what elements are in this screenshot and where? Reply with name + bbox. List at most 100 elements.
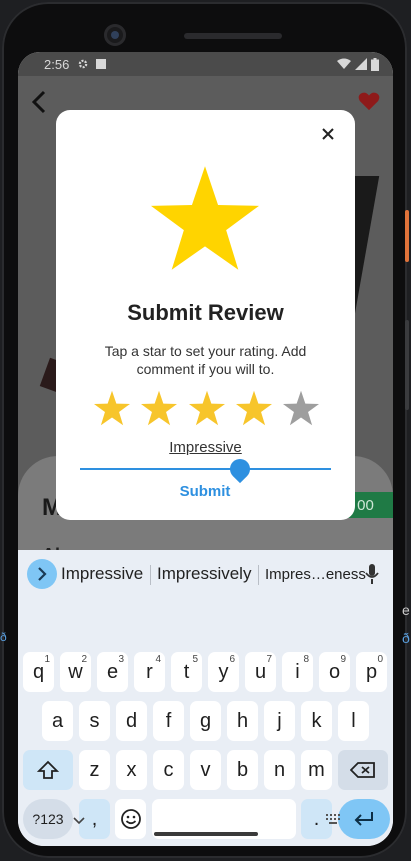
key-label: t [183, 660, 190, 683]
key-number-hint: 1 [44, 654, 50, 665]
earpiece-speaker [184, 33, 282, 39]
suggestion-divider [150, 565, 151, 585]
suggestion-expand-button[interactable] [27, 559, 57, 589]
key-label: i [295, 660, 300, 683]
key-label: p [365, 660, 378, 683]
key-label: h [236, 709, 249, 732]
key-s[interactable]: s [79, 701, 110, 741]
shift-arrow-icon [37, 760, 59, 779]
text-cursor-handle[interactable] [225, 454, 255, 484]
key-label: y [218, 660, 229, 683]
key-number-hint: 9 [340, 654, 346, 665]
status-time: 2:56 [44, 56, 70, 72]
key-label: u [254, 660, 267, 683]
key-number-hint: 7 [266, 654, 272, 665]
suggestion-2[interactable]: Impressively [157, 564, 251, 584]
key-h[interactable]: h [227, 701, 258, 741]
key-label: l [351, 709, 356, 732]
emoji-key[interactable] [115, 799, 146, 839]
rating-star-3-icon[interactable] [188, 390, 225, 426]
dialog-title: Submit Review [127, 300, 284, 325]
signal-icon [355, 58, 367, 70]
key-label: m [308, 758, 325, 781]
key-b[interactable]: b [227, 750, 258, 790]
key-label: s [89, 709, 100, 732]
key-number-hint: 2 [81, 654, 87, 665]
suggestion-1[interactable]: Impressive [61, 564, 143, 584]
submit-button[interactable]: Submit [160, 483, 250, 507]
key-label: d [125, 709, 138, 732]
key-p[interactable]: p0 [356, 652, 387, 692]
device-frame: 2:56 M 00 Ab Submit Revi [2, 2, 407, 858]
key-label: r [146, 660, 153, 683]
key-label: v [200, 758, 211, 781]
back-arrow-icon[interactable] [30, 89, 50, 115]
screen: 2:56 M 00 Ab Submit Revi [18, 52, 393, 846]
dialog-message: Tap a star to set your rating. Add comme… [104, 343, 307, 377]
front-camera [104, 24, 126, 46]
battery-icon [371, 57, 379, 71]
key-a[interactable]: a [42, 701, 73, 741]
notification-square-icon [96, 59, 107, 69]
key-label: a [51, 709, 64, 732]
key-o[interactable]: o9 [319, 652, 350, 692]
key-v[interactable]: v [190, 750, 221, 790]
rating-star-5-icon[interactable] [283, 390, 319, 426]
key-number-hint: 8 [303, 654, 309, 665]
key-e[interactable]: e3 [97, 652, 128, 692]
key-k[interactable]: k [301, 701, 332, 741]
close-icon[interactable] [318, 124, 338, 144]
comment-input[interactable]: Impressive [56, 439, 355, 456]
key-w[interactable]: w2 [60, 652, 91, 692]
key-label: g [199, 709, 212, 732]
suggestion-divider [258, 565, 259, 585]
key-j[interactable]: j [264, 701, 295, 741]
keyboard-switch-icon[interactable] [326, 814, 342, 826]
background-window-fragment: e [402, 602, 410, 618]
key-label: n [273, 758, 286, 781]
key-label: z [89, 758, 100, 781]
symbols-key[interactable]: ?123 [23, 799, 73, 839]
on-screen-keyboard: Impressive Impressively Impres…eness q1w… [18, 550, 393, 846]
background-window-fragment: ð [402, 630, 410, 646]
key-z[interactable]: z [79, 750, 110, 790]
rating-star-2-icon[interactable] [141, 390, 178, 426]
key-d[interactable]: d [116, 701, 147, 741]
key-q[interactable]: q1 [23, 652, 54, 692]
key-r[interactable]: r4 [134, 652, 165, 692]
backspace-key[interactable] [338, 750, 388, 790]
key-c[interactable]: c [153, 750, 184, 790]
enter-arrow-icon [354, 812, 373, 826]
comment-underline [80, 468, 331, 470]
microphone-icon[interactable] [365, 563, 379, 585]
volume-button [405, 320, 409, 410]
hide-keyboard-chevron-icon[interactable] [72, 816, 86, 826]
rating-star-4-icon[interactable] [235, 390, 272, 426]
key-x[interactable]: x [116, 750, 147, 790]
key-l[interactable]: l [338, 701, 369, 741]
emoji-smile-icon [120, 809, 141, 829]
rating-star-illustration-icon [151, 166, 259, 270]
shift-key[interactable] [23, 750, 73, 790]
status-bar: 2:56 [18, 52, 393, 76]
key-u[interactable]: u7 [245, 652, 276, 692]
home-gesture-pill[interactable] [154, 832, 258, 836]
key-f[interactable]: f [153, 701, 184, 741]
key-i[interactable]: i8 [282, 652, 313, 692]
key-y[interactable]: y6 [208, 652, 239, 692]
suggestion-3[interactable]: Impres…eness [265, 566, 366, 583]
favorite-heart-icon[interactable] [358, 90, 380, 112]
submit-review-dialog: Submit Review Tap a star to set your rat… [56, 110, 355, 520]
key-n[interactable]: n [264, 750, 295, 790]
key-number-hint: 0 [377, 654, 383, 665]
comment-value: Impressive [169, 439, 242, 456]
power-button [405, 210, 409, 262]
key-g[interactable]: g [190, 701, 221, 741]
enter-key[interactable] [338, 799, 390, 839]
key-m[interactable]: m [301, 750, 332, 790]
key-number-hint: 6 [229, 654, 235, 665]
rating-star-1-icon[interactable] [94, 390, 130, 426]
settings-icon [79, 59, 88, 69]
key-label: x [126, 758, 137, 781]
key-t[interactable]: t5 [171, 652, 202, 692]
